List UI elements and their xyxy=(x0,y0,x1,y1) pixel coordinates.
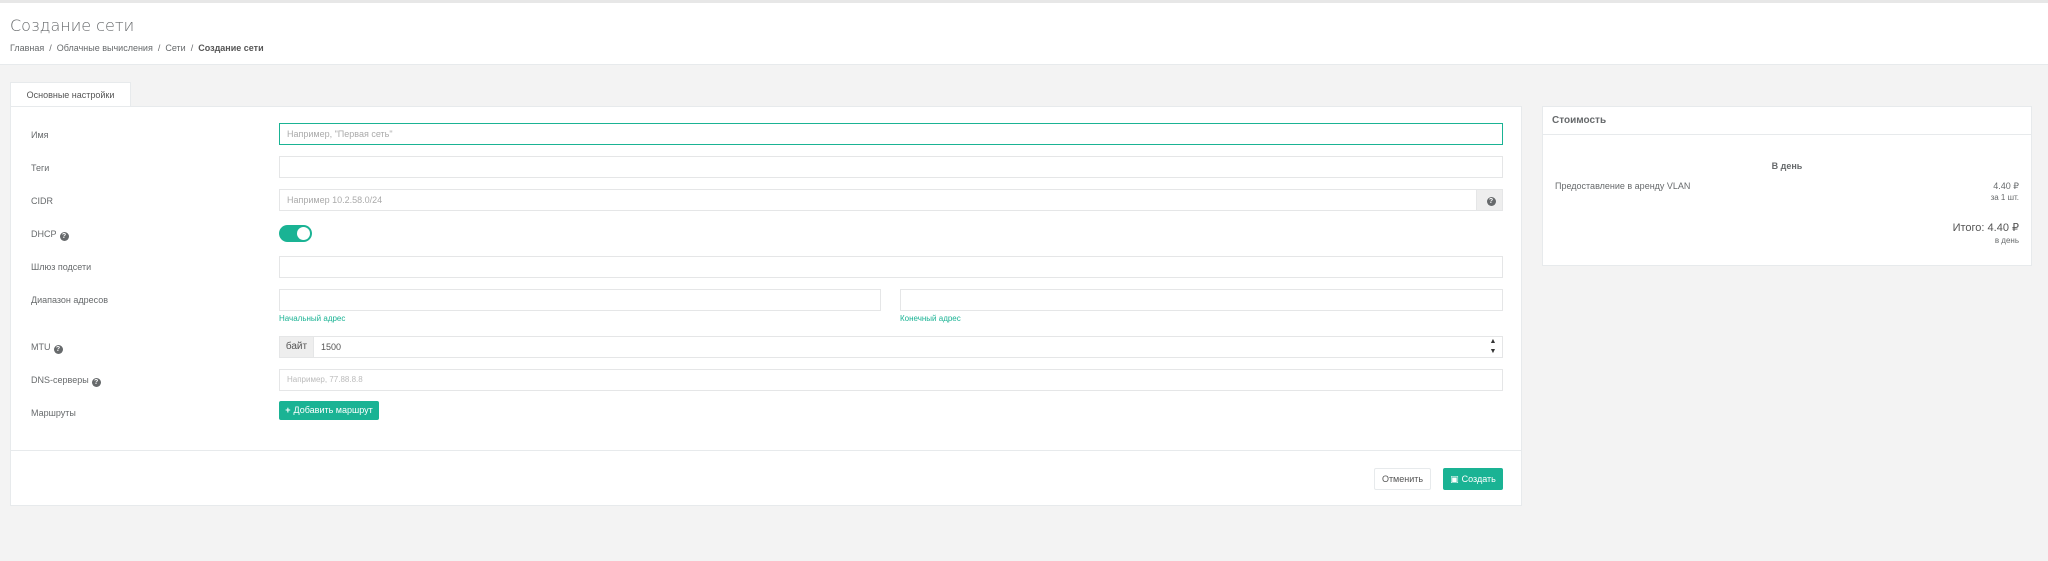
cost-item-name: Предоставление в аренду VLAN xyxy=(1555,181,1691,191)
mtu-unit-addon: байт xyxy=(279,336,314,358)
mtu-label: MTU? xyxy=(31,342,63,354)
routes-label: Маршруты xyxy=(31,408,76,418)
add-route-button[interactable]: + Добавить маршрут xyxy=(279,401,379,420)
dns-label: DNS-серверы? xyxy=(31,375,101,387)
breadcrumb-current: Создание сети xyxy=(198,43,264,53)
breadcrumb-networks[interactable]: Сети xyxy=(165,43,185,53)
tags-label: Теги xyxy=(31,163,50,173)
toggle-knob xyxy=(297,227,310,240)
mtu-value: 1500 xyxy=(321,342,342,352)
form-divider xyxy=(11,450,1521,451)
range-label: Диапазон адресов xyxy=(31,295,109,305)
breadcrumb: Главная / Облачные вычисления / Сети / Создани… xyxy=(10,43,264,53)
gateway-label: Шлюз подсети xyxy=(31,262,92,272)
name-label: Имя xyxy=(31,130,49,140)
range-start-input[interactable] xyxy=(279,289,881,311)
cidr-label: CIDR xyxy=(31,196,53,206)
cancel-button[interactable]: Отменить xyxy=(1374,468,1431,490)
cost-period: В день xyxy=(1771,161,1803,171)
dhcp-toggle[interactable] xyxy=(279,225,312,242)
range-start-hint: Начальный адрес xyxy=(279,314,346,323)
spin-up-icon[interactable]: ▲ xyxy=(1485,337,1501,347)
page-header: Создание сети Главная / Облачные вычислени… xyxy=(0,3,2048,65)
cidr-input[interactable]: Например 10.2.58.0/24 xyxy=(279,189,1477,211)
name-input[interactable]: Например, "Первая сеть" xyxy=(279,123,1503,145)
plus-icon: + xyxy=(285,405,291,415)
create-label: Создать xyxy=(1461,474,1496,484)
tags-input[interactable] xyxy=(279,156,1503,178)
question-circle-icon: ? xyxy=(1486,197,1496,206)
cost-panel: Стоимость В день Предоставление в аренду… xyxy=(1542,106,2032,266)
cost-item-qty: за 1 шт. xyxy=(1990,193,2019,202)
cost-total-period: в день xyxy=(1994,236,2019,245)
cost-total: Итого: 4.40 ₽ xyxy=(1952,222,2019,234)
create-button[interactable]: ▣ Создать xyxy=(1443,468,1503,490)
range-end-hint: Конечный адрес xyxy=(900,314,961,323)
cost-item-price: 4.40 ₽ xyxy=(1993,181,2019,191)
cidr-help-addon[interactable]: ? xyxy=(1476,189,1503,211)
question-circle-icon[interactable]: ? xyxy=(59,232,69,241)
question-circle-icon[interactable]: ? xyxy=(53,345,63,354)
cost-title: Стоимость xyxy=(1543,107,2031,135)
add-route-label: Добавить маршрут xyxy=(293,405,373,415)
page-title: Создание сети xyxy=(10,16,135,35)
form-panel: Имя Например, "Первая сеть" Теги CIDR На… xyxy=(10,106,1522,506)
save-icon: ▣ xyxy=(1450,474,1459,484)
range-end-input[interactable] xyxy=(900,289,1503,311)
dns-input[interactable]: Например, 77.88.8.8 xyxy=(279,369,1503,391)
dhcp-label: DHCP? xyxy=(31,229,69,241)
spin-down-icon[interactable]: ▼ xyxy=(1485,347,1501,357)
gateway-input[interactable] xyxy=(279,256,1503,278)
tab-main-settings[interactable]: Основные настройки xyxy=(10,82,131,107)
breadcrumb-home[interactable]: Главная xyxy=(10,43,44,53)
breadcrumb-cloud[interactable]: Облачные вычисления xyxy=(57,43,153,53)
mtu-input[interactable]: 1500 ▲ ▼ xyxy=(313,336,1503,358)
question-circle-icon[interactable]: ? xyxy=(91,378,101,387)
